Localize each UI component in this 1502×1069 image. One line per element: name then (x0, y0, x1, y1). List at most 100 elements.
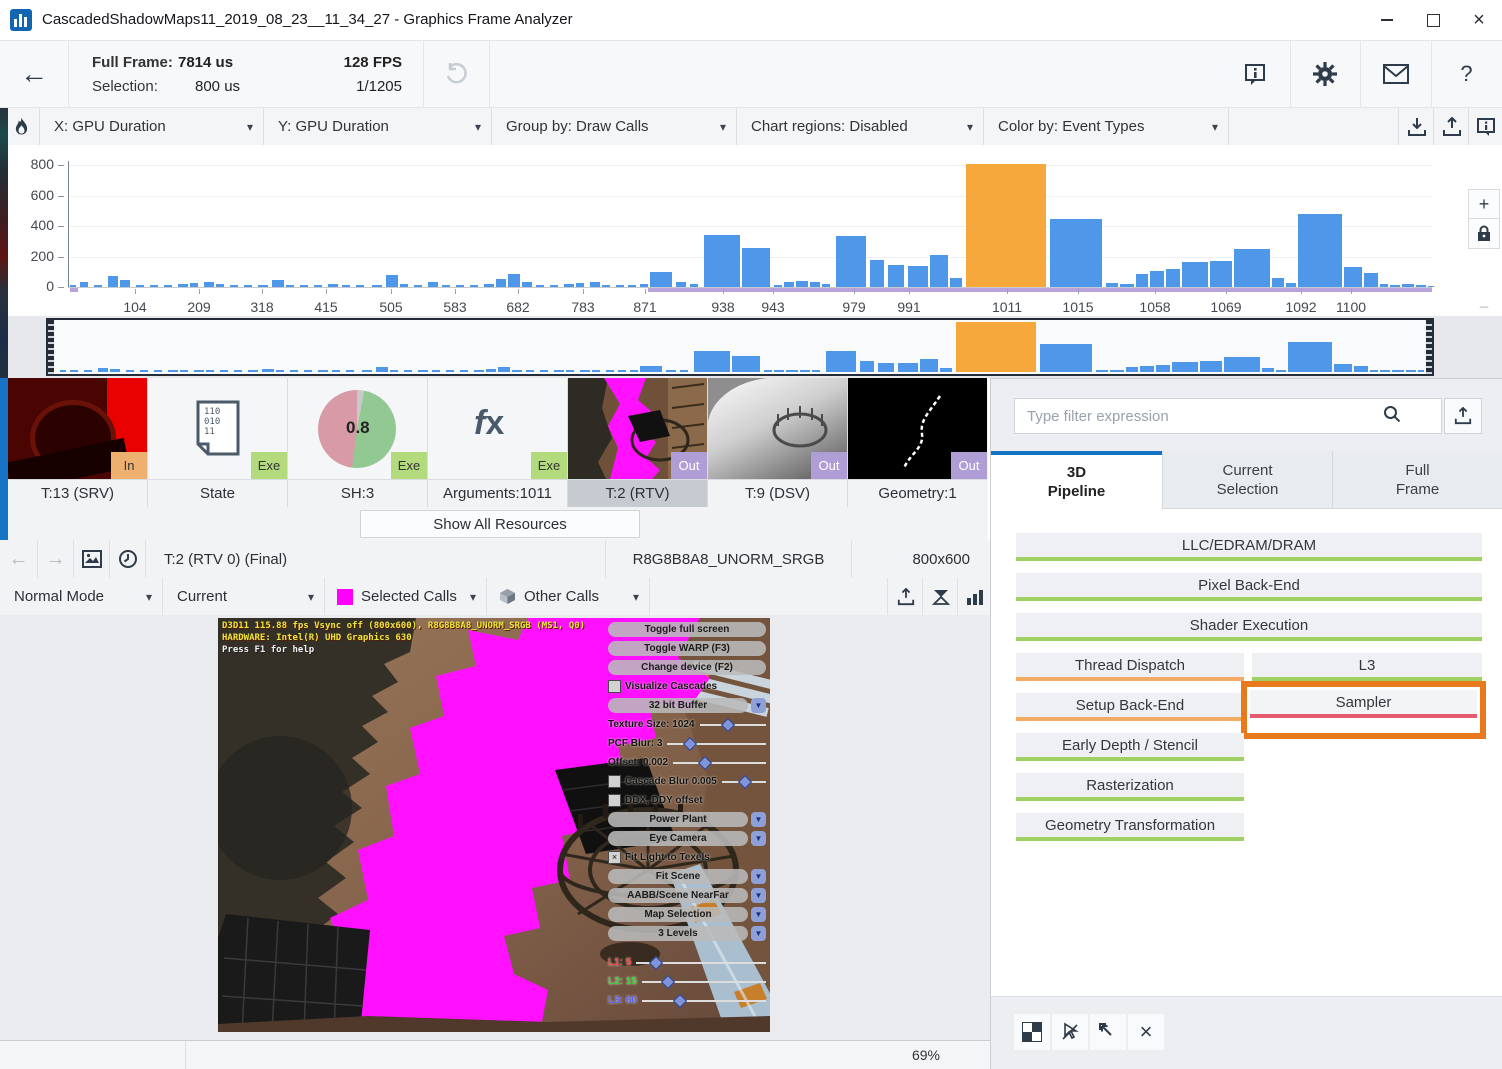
minimap-bar[interactable] (1096, 370, 1108, 372)
chart-bar[interactable] (742, 248, 770, 287)
tab-current-selection[interactable]: Current Selection (1162, 451, 1332, 509)
hud-checkbox[interactable] (608, 794, 621, 807)
resource-tile-shader[interactable]: 0.8 Exe SH:3 (288, 378, 428, 507)
clear-selection-button[interactable]: × (1128, 1014, 1164, 1050)
chart-bar[interactable] (774, 285, 782, 287)
chart-bar[interactable] (230, 285, 238, 287)
view-mode-dropdown[interactable]: Normal Mode ▾ (0, 578, 163, 615)
minimap-bar[interactable] (194, 370, 204, 372)
viewer-back-button[interactable]: ← (0, 540, 38, 578)
pipeline-block-pixel-backend[interactable]: Pixel Back-End (1016, 573, 1482, 601)
chart-bar[interactable] (1364, 273, 1378, 287)
minimap-right-handle[interactable] (1426, 320, 1432, 374)
minimap-bar[interactable] (1110, 370, 1124, 372)
chart-bar[interactable] (484, 284, 494, 287)
hud-levelslider[interactable]: L2: 15 (608, 974, 766, 989)
hud-slider-knob[interactable] (649, 955, 663, 969)
chart-bar[interactable] (1136, 274, 1148, 287)
minimap-bar[interactable] (1334, 364, 1352, 372)
hud-levelslider[interactable]: L1: 5 (608, 955, 766, 970)
chart-bar[interactable] (550, 285, 558, 287)
pipeline-block-rasterization[interactable]: Rasterization (1016, 773, 1244, 801)
chart-bar[interactable] (930, 255, 948, 287)
minimap-bar[interactable] (98, 368, 108, 372)
minimap-bar[interactable] (376, 367, 388, 372)
chart-bar[interactable] (690, 284, 698, 287)
export-chart-button[interactable] (1433, 108, 1469, 145)
minimap-bar[interactable] (1140, 366, 1154, 372)
minimap-bar[interactable] (786, 370, 798, 372)
chart-bar[interactable] (1298, 214, 1342, 287)
minimap-bar[interactable] (140, 370, 148, 372)
y-axis-dropdown[interactable]: Y: GPU Duration ▾ (264, 108, 492, 145)
hud-slider-track[interactable] (722, 781, 766, 783)
chart-bar[interactable] (70, 285, 76, 287)
minimap-bar[interactable] (1380, 370, 1390, 372)
chart-regions-dropdown[interactable]: Chart regions: Disabled ▾ (737, 108, 984, 145)
hud-dropdown-arrow[interactable]: ▼ (751, 907, 766, 922)
hud-slider-knob[interactable] (738, 774, 752, 788)
other-calls-dropdown[interactable]: Other Calls ▾ (487, 578, 650, 615)
chart-lock-button[interactable] (1468, 218, 1500, 249)
hud-slider-track[interactable] (642, 981, 766, 983)
minimap-bar[interactable] (1288, 342, 1332, 372)
minimap-bar[interactable] (362, 370, 372, 372)
pipeline-block-sampler[interactable]: Sampler (1250, 690, 1477, 718)
viewer-compare-button[interactable] (922, 578, 958, 615)
help-button[interactable]: ? (1431, 41, 1502, 107)
chart-bar[interactable] (120, 280, 130, 287)
pipeline-block-early-depth[interactable]: Early Depth / Stencil (1016, 733, 1244, 761)
minimap-bar[interactable] (1354, 366, 1368, 372)
hud-button[interactable]: 3 Levels (608, 926, 748, 941)
minimap-bar[interactable] (460, 370, 468, 372)
region-select-button[interactable] (1090, 1014, 1126, 1050)
chart-bar[interactable] (150, 285, 158, 287)
chart-bar[interactable] (1344, 267, 1362, 287)
chart-bar[interactable] (372, 285, 382, 287)
minimap-bar[interactable] (220, 370, 228, 372)
chart-bar[interactable] (272, 280, 284, 287)
chart-bar[interactable] (286, 285, 294, 287)
minimap-bar[interactable] (404, 370, 412, 372)
hud-check[interactable]: ×Fit Light to Texels (608, 850, 766, 865)
minimap-bar[interactable] (526, 370, 534, 372)
chart-zoom-out-button[interactable]: − (1474, 297, 1494, 318)
chart-bar[interactable] (1050, 219, 1102, 287)
chart-minimap[interactable] (0, 316, 1502, 378)
minimap-bar[interactable] (168, 370, 178, 372)
minimap-bar[interactable] (1370, 370, 1378, 372)
minimap-bar[interactable] (332, 370, 340, 372)
chart-bar[interactable] (1150, 271, 1164, 287)
chart-bar[interactable] (1380, 284, 1388, 287)
minimap-bar[interactable] (764, 370, 772, 372)
hud-slider[interactable]: Texture Size: 1024 (608, 717, 766, 732)
hud-slider-track[interactable] (673, 762, 766, 764)
chart-bar[interactable] (1272, 278, 1284, 287)
minimap-bar[interactable] (1276, 370, 1286, 372)
chart-bar[interactable] (300, 285, 308, 287)
chart-bar[interactable] (328, 284, 338, 287)
chart-bar[interactable] (1166, 269, 1180, 287)
chart-bar[interactable] (870, 260, 884, 287)
minimap-bar[interactable] (1040, 344, 1092, 372)
hud-button[interactable]: AABB/Scene NearFar (608, 888, 748, 903)
chart-bar[interactable] (590, 282, 600, 287)
selected-calls-dropdown[interactable]: Selected Calls ▾ (325, 578, 487, 615)
viewer-histogram-button[interactable] (957, 578, 991, 615)
chart-bar[interactable] (796, 281, 808, 287)
minimap-bar[interactable] (474, 370, 484, 372)
group-by-dropdown[interactable]: Group by: Draw Calls ▾ (492, 108, 737, 145)
minimap-bar[interactable] (606, 370, 614, 372)
pixel-history-button[interactable] (1052, 1014, 1088, 1050)
minimap-bar[interactable] (732, 356, 760, 372)
minimap-bar[interactable] (860, 361, 874, 372)
chart-bar[interactable] (704, 235, 740, 287)
minimap-bar[interactable] (618, 370, 626, 372)
chart-bar[interactable] (836, 236, 866, 287)
hud-button[interactable]: Toggle full screen (608, 622, 766, 637)
hud-dropdown[interactable]: AABB/Scene NearFar▼ (608, 888, 766, 903)
pipeline-block-l3[interactable]: L3 (1252, 653, 1482, 681)
minimap-bar[interactable] (666, 370, 676, 372)
chart-bar[interactable] (496, 279, 506, 287)
minimap-bar[interactable] (920, 359, 938, 372)
